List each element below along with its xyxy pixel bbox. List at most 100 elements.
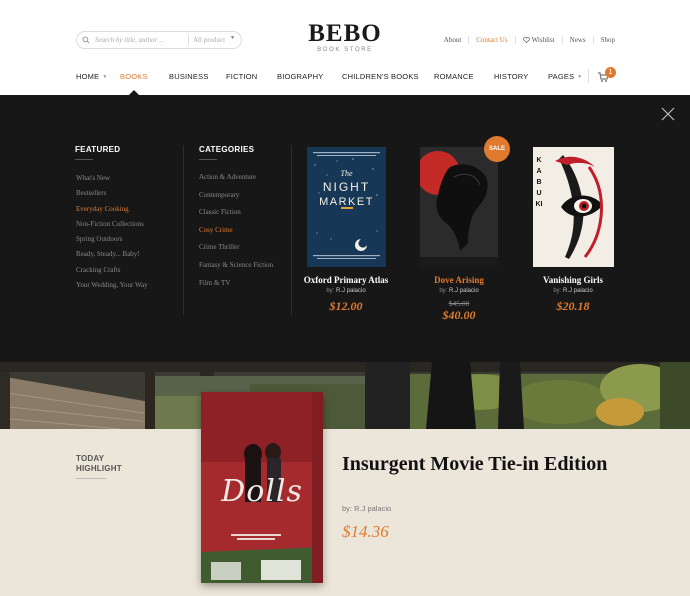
- featured-item[interactable]: Cracking Crafts: [76, 263, 148, 278]
- book-cover[interactable]: KABUKI: [533, 147, 614, 267]
- nav-home[interactable]: HOME ▼: [76, 72, 120, 81]
- cart-button[interactable]: 1: [588, 67, 617, 85]
- cover-title-line1: The: [340, 169, 353, 178]
- sale-badge: SALE: [484, 136, 510, 162]
- featured-list: What's New Bestsellers Everyday Cooking …: [76, 171, 148, 293]
- book-cover[interactable]: [420, 147, 498, 267]
- book-cover[interactable]: The NIGHT MARKET: [307, 147, 386, 267]
- book-cover-art: [420, 147, 498, 267]
- book-title[interactable]: Vanishing Girls: [528, 275, 618, 285]
- search-icon[interactable]: [77, 36, 95, 44]
- book-price: $12.00: [329, 299, 363, 313]
- link-shop[interactable]: Shop: [592, 36, 615, 44]
- book-cover-art: [533, 147, 614, 267]
- category-item[interactable]: Contemporary: [199, 187, 273, 205]
- highlight-cover-title: Dolls: [221, 474, 303, 509]
- today-label-line1: TODAY: [76, 454, 105, 463]
- heart-icon: [522, 37, 530, 43]
- nav-home-label: HOME: [76, 72, 100, 81]
- featured-item[interactable]: Bestsellers: [76, 186, 148, 201]
- nav-biography[interactable]: BIOGRAPHY: [277, 72, 342, 81]
- book-price: $20.18: [556, 299, 590, 313]
- book-author: by: R.J palacio: [416, 288, 502, 294]
- search-bar[interactable]: Search by title, author ... All product …: [76, 31, 242, 49]
- category-item[interactable]: Cosy Crime: [199, 222, 273, 240]
- hero-background-image: [0, 362, 690, 429]
- book-author-prefix: by:: [326, 288, 335, 294]
- highlight-book-title[interactable]: Insurgent Movie Tie-in Edition: [342, 452, 642, 477]
- book-card[interactable]: The NIGHT MARKET Oxford Primary Atlas by…: [298, 147, 394, 317]
- close-icon[interactable]: [661, 107, 675, 121]
- nav-childrens-books[interactable]: CHILDREN'S BOOKS: [342, 72, 434, 81]
- cover-title-line2: NIGHT: [322, 180, 371, 194]
- chevron-down-icon: ▼: [577, 73, 583, 80]
- link-wishlist-label: Wishlist: [531, 36, 555, 44]
- nav-history[interactable]: HISTORY: [494, 72, 548, 81]
- category-item[interactable]: Crime Thriller: [199, 239, 273, 257]
- category-item[interactable]: Action & Adventure: [199, 169, 273, 187]
- nav-pages[interactable]: PAGES ▼: [548, 72, 582, 81]
- book-title[interactable]: Dove Arising: [416, 275, 502, 285]
- nav-fiction[interactable]: FICTION: [226, 72, 277, 81]
- book-author-name: R.J palacio: [336, 288, 366, 294]
- main-nav: HOME ▼ BOOKS BUSINESS FICTION BIOGRAPHY C…: [76, 72, 582, 81]
- book-author: by: R.J palacio: [528, 288, 618, 294]
- search-input[interactable]: Search by title, author ...: [95, 36, 184, 44]
- link-news[interactable]: News: [561, 36, 593, 44]
- featured-item[interactable]: Ready, Steady... Baby!: [76, 247, 148, 262]
- search-category-value: All product: [193, 36, 226, 44]
- book-author-name: R.J palacio: [563, 288, 593, 294]
- book-card[interactable]: Dove Arising by: R.J palacio $45.00 $40.…: [416, 147, 502, 327]
- book-old-price: $45.00: [448, 299, 470, 308]
- highlight-author-name: R.J palacio: [354, 504, 392, 513]
- nav-business[interactable]: BUSINESS: [169, 72, 226, 81]
- highlight-book-author: by: R.J palacio: [342, 504, 391, 513]
- book-price: $40.00: [442, 308, 476, 322]
- category-item[interactable]: Fantasy & Science Fiction: [199, 257, 273, 275]
- book-author-prefix: by:: [553, 288, 562, 294]
- book-author: by: R.J palacio: [298, 288, 394, 294]
- nav-books[interactable]: BOOKS: [120, 72, 169, 81]
- link-wishlist[interactable]: Wishlist: [514, 36, 562, 44]
- link-about[interactable]: About: [444, 36, 469, 44]
- chevron-down-icon: ▼: [102, 73, 108, 80]
- book-author-prefix: by:: [439, 288, 448, 294]
- site-logo[interactable]: BEBO BOOK STORE: [300, 20, 390, 53]
- categories-heading: CATEGORIES: [199, 145, 255, 154]
- today-highlight-rule: [76, 478, 106, 479]
- featured-rule: [75, 159, 93, 160]
- search-category-select[interactable]: All product ▼: [193, 36, 241, 44]
- featured-item[interactable]: Non-Fiction Collections: [76, 217, 148, 232]
- site-header: Search by title, author ... All product …: [0, 0, 690, 95]
- column-divider: [291, 145, 292, 315]
- top-links: About Contact Us Wishlist News Shop: [444, 36, 615, 44]
- highlight-book-cover[interactable]: Dolls: [201, 392, 323, 583]
- highlight-book-price: $14.36: [342, 522, 389, 541]
- featured-item[interactable]: Your Wedding, Your Way: [76, 278, 148, 293]
- search-divider: [188, 35, 189, 45]
- featured-item[interactable]: What's New: [76, 171, 148, 186]
- cart-divider: [588, 69, 589, 83]
- chevron-down-icon: ▼: [230, 36, 235, 41]
- logo-wordmark: BEBO: [308, 20, 382, 47]
- category-item[interactable]: Film & TV: [199, 275, 273, 293]
- today-highlight-label: TODAY HIGHLIGHT: [76, 454, 122, 474]
- featured-item[interactable]: Everyday Cooking: [76, 202, 148, 217]
- featured-heading: FEATURED: [75, 145, 121, 154]
- nav-romance[interactable]: ROMANCE: [434, 72, 494, 81]
- cover-title: KABUKI: [535, 157, 543, 208]
- book-author-name: R.J palacio: [449, 288, 479, 294]
- book-card[interactable]: KABUKI Vanishing Girls by: R.J palacio $…: [528, 147, 618, 317]
- highlight-author-prefix: by:: [342, 504, 353, 513]
- categories-list: Action & Adventure Contemporary Classic …: [199, 169, 273, 292]
- categories-rule: [199, 159, 217, 160]
- category-item[interactable]: Classic Fiction: [199, 204, 273, 222]
- cover-title-line3: MARKET: [319, 196, 374, 208]
- today-label-line2: HIGHLIGHT: [76, 464, 122, 473]
- link-contact-us[interactable]: Contact Us: [468, 36, 514, 44]
- cart-count-badge: 1: [605, 67, 616, 78]
- logo-tagline: BOOK STORE: [317, 47, 373, 53]
- book-title[interactable]: Oxford Primary Atlas: [298, 275, 394, 285]
- column-divider: [183, 145, 184, 315]
- featured-item[interactable]: Spring Outdoors: [76, 232, 148, 247]
